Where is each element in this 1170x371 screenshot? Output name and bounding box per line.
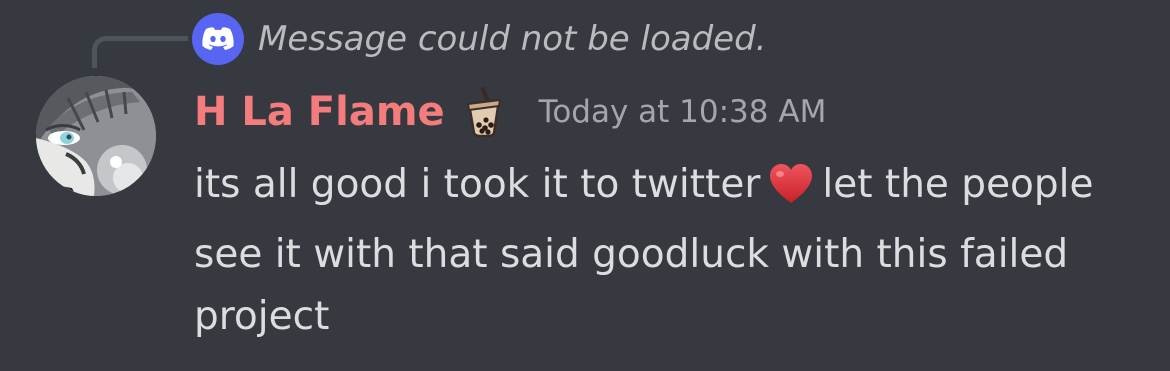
message-content: its all good i took it to twitter let the…	[194, 154, 1134, 348]
reply-context[interactable]: Message could not be loaded.	[192, 13, 767, 65]
bubble-tea-icon[interactable]	[459, 85, 513, 139]
discord-logo-icon	[192, 13, 244, 65]
reply-unavailable-text: Message could not be loaded.	[258, 19, 767, 59]
reply-spine	[92, 36, 188, 68]
username[interactable]: H La Flame	[194, 89, 445, 135]
red-heart-icon[interactable]	[768, 162, 814, 224]
message-timestamp[interactable]: Today at 10:38 AM	[539, 94, 827, 130]
message-header: H La Flame Today at 10:38 AM	[194, 84, 826, 140]
message-text-part-1: its all good i took it to twitter	[194, 162, 761, 207]
avatar[interactable]	[36, 76, 156, 196]
